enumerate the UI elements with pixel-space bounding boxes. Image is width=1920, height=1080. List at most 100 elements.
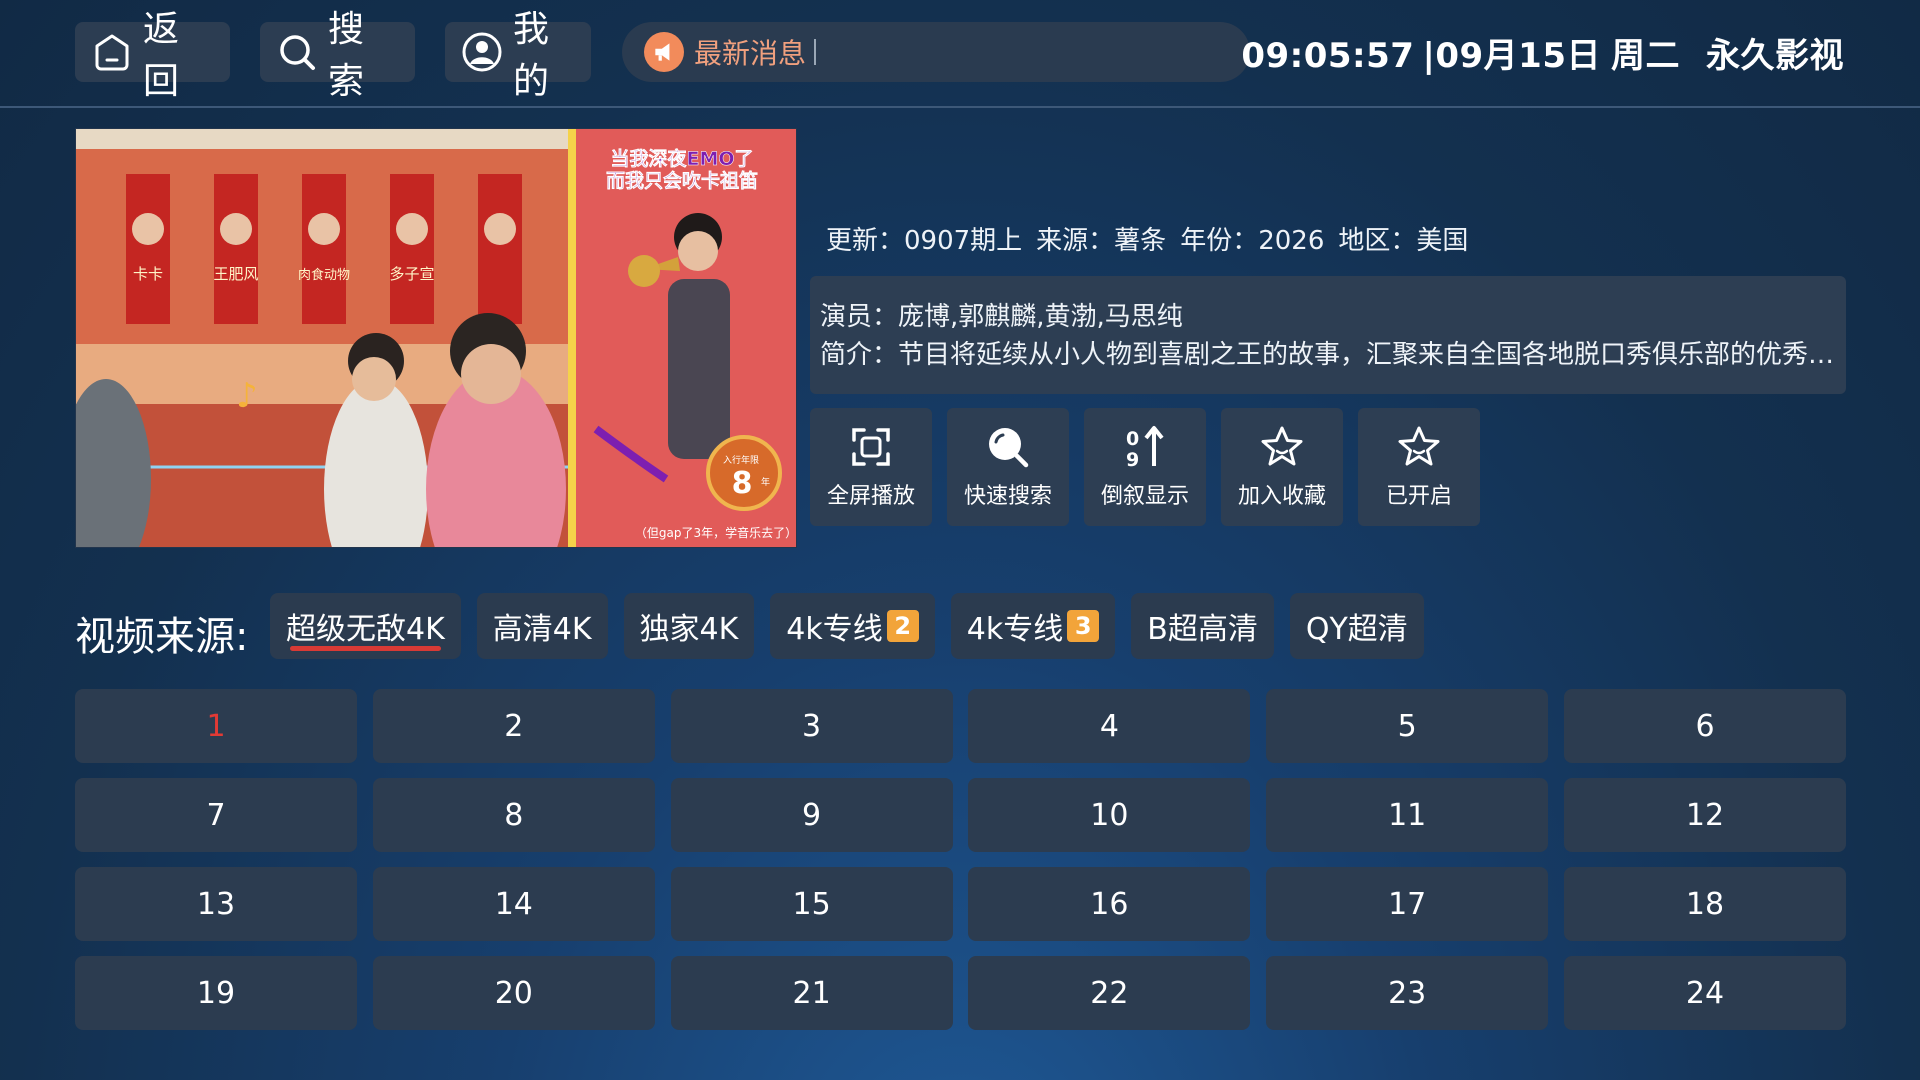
source-tab-qy-hd[interactable]: QY超清 xyxy=(1289,593,1424,659)
poster-headline-2: 而我只会吹卡祖笛 xyxy=(606,169,758,192)
add-favorite-button[interactable]: 加入收藏 xyxy=(1221,408,1343,526)
episode-button[interactable]: 22 xyxy=(968,956,1251,1030)
episode-grid: 1 2 3 4 5 6 7 8 9 10 11 12 13 14 15 16 1… xyxy=(75,689,1846,1030)
back-button[interactable]: 返回 xyxy=(75,9,230,102)
episode-button[interactable]: 20 xyxy=(372,956,655,1030)
mine-button[interactable]: 我的 xyxy=(445,9,591,102)
star-icon xyxy=(1261,426,1303,466)
update-info: 更新：0907期上 xyxy=(826,226,1023,256)
poster-badge-unit: 年 xyxy=(761,476,770,488)
episode-button[interactable]: 18 xyxy=(1563,867,1846,941)
fullscreen-label: 全屏播放 xyxy=(826,484,915,509)
episode-button[interactable]: 11 xyxy=(1266,778,1549,852)
meta-line: 更新：0907期上 来源：薯条 年份：2026 地区：美国 xyxy=(826,220,1482,257)
episode-button[interactable]: 5 xyxy=(1266,689,1549,763)
enabled-button[interactable]: 已开启 xyxy=(1358,408,1480,526)
top-bar: 返回 搜索 我的 最新消息 09:05:57 |09月15日 周二 永久影视 xyxy=(0,0,1920,108)
episode-button[interactable]: 21 xyxy=(670,956,953,1030)
source-tab-label: QY超清 xyxy=(1305,612,1408,647)
home-icon xyxy=(95,34,129,71)
poster-name-1: 卡卡 xyxy=(133,265,163,283)
search-icon xyxy=(280,35,315,70)
episode-button[interactable]: 1 xyxy=(75,689,357,763)
synopsis-text: 简介：节目将延续从小人物到喜剧之王的故事，汇聚来自全国各地脱口秀俱乐部的优秀脱口… xyxy=(820,340,1836,370)
star-icon xyxy=(1398,426,1440,466)
source-tab-b-ultra-hd[interactable]: B超高清 xyxy=(1131,593,1274,659)
action-row: 全屏播放 快速搜索 09 倒叙显示 加入收藏 已开启 xyxy=(810,408,1480,526)
poster-badge-top: 入行年限 xyxy=(723,454,759,466)
source-tab-super-4k[interactable]: 超级无敌4K xyxy=(270,593,461,659)
news-cursor xyxy=(814,39,817,65)
episode-button[interactable]: 2 xyxy=(372,689,655,763)
year-info: 年份：2026 xyxy=(1180,226,1325,256)
episode-button[interactable]: 8 xyxy=(372,778,655,852)
poster-badge-number: 8 xyxy=(732,466,753,501)
news-bar[interactable]: 最新消息 xyxy=(622,22,1250,82)
fullscreen-icon xyxy=(852,428,890,466)
source-tab-label: 超级无敌4K xyxy=(286,612,445,647)
source-title: 视频来源: xyxy=(75,614,249,660)
megaphone-icon xyxy=(644,32,684,72)
episode-button[interactable]: 13 xyxy=(75,867,357,941)
description-box[interactable]: 演员：庞博,郭麒麟,黄渤,马思纯 简介：节目将延续从小人物到喜剧之王的故事，汇聚… xyxy=(810,276,1846,394)
enabled-label: 已开启 xyxy=(1385,484,1452,509)
video-poster[interactable]: 卡卡 王肥风 肉食动物 多子宣 ♪ 当我深夜EMO了 而我只会吹卡祖笛 入行年限… xyxy=(75,128,797,548)
episode-button[interactable]: 12 xyxy=(1563,778,1846,852)
source-tabs: 超级无敌4K 高清4K 独家4K 4k专线 2 4k专线 3 B超高清 QY超清 xyxy=(270,593,1424,659)
episode-button[interactable]: 3 xyxy=(670,689,953,763)
source-tab-4k-line-3[interactable]: 4k专线 3 xyxy=(950,593,1116,659)
svg-text:0: 0 xyxy=(1126,428,1139,450)
quick-search-button[interactable]: 快速搜索 xyxy=(947,408,1069,526)
poster-name-2: 王肥风 xyxy=(213,265,258,283)
source-tab-label: B超高清 xyxy=(1147,612,1258,647)
source-info: 来源：薯条 xyxy=(1036,226,1167,256)
weekday-text: 周二 xyxy=(1611,36,1680,76)
episode-button[interactable]: 16 xyxy=(968,867,1251,941)
source-tab-4k-line-2[interactable]: 4k专线 2 xyxy=(770,593,935,659)
mine-label: 我的 xyxy=(513,9,550,102)
region-info: 地区：美国 xyxy=(1338,226,1469,256)
episode-button[interactable]: 4 xyxy=(968,689,1251,763)
date-text: |09月15日 xyxy=(1422,36,1601,76)
line-badge: 2 xyxy=(886,610,919,642)
news-label: 最新消息 xyxy=(694,37,807,70)
line-badge: 3 xyxy=(1067,610,1100,642)
episode-button[interactable]: 23 xyxy=(1266,956,1549,1030)
reverse-order-label: 倒叙显示 xyxy=(1100,484,1189,509)
poster-caption: （但gap了3年，学音乐去了） xyxy=(635,525,796,540)
episode-button[interactable]: 7 xyxy=(75,778,357,852)
poster-name-3: 肉食动物 xyxy=(298,267,350,283)
back-label: 返回 xyxy=(143,9,180,102)
episode-button[interactable]: 17 xyxy=(1266,867,1549,941)
svg-text:9: 9 xyxy=(1126,449,1139,470)
reverse-order-button[interactable]: 09 倒叙显示 xyxy=(1084,408,1206,526)
source-tab-label: 4k专线 xyxy=(786,612,883,647)
source-tab-exclusive-4k[interactable]: 独家4K xyxy=(623,593,755,659)
search-label: 搜索 xyxy=(328,9,365,102)
fullscreen-button[interactable]: 全屏播放 xyxy=(810,408,932,526)
actors-text: 演员：庞博,郭麒麟,黄渤,马思纯 xyxy=(820,302,1183,332)
episode-button[interactable]: 19 xyxy=(75,956,357,1030)
search-icon xyxy=(989,428,1029,468)
add-favorite-label: 加入收藏 xyxy=(1237,484,1326,509)
source-tab-label: 4k专线 xyxy=(966,612,1064,647)
clock: 09:05:57 |09月15日 周二 永久影视 xyxy=(1241,28,1844,77)
episode-button[interactable]: 14 xyxy=(372,867,655,941)
source-tab-label: 高清4K xyxy=(492,612,592,647)
user-icon xyxy=(462,32,502,72)
episode-button[interactable]: 10 xyxy=(968,778,1251,852)
source-tab-label: 独家4K xyxy=(639,612,739,647)
poster-image: 卡卡 王肥风 肉食动物 多子宣 ♪ 当我深夜EMO了 而我只会吹卡祖笛 入行年限… xyxy=(76,129,796,547)
episode-button[interactable]: 6 xyxy=(1563,689,1846,763)
episode-button[interactable]: 24 xyxy=(1563,956,1846,1030)
sort-icon: 09 xyxy=(1126,426,1164,470)
episode-button[interactable]: 9 xyxy=(670,778,953,852)
poster-name-4: 多子宣 xyxy=(389,265,434,283)
source-tab-hd-4k[interactable]: 高清4K xyxy=(476,593,608,659)
search-button[interactable]: 搜索 xyxy=(260,9,415,102)
episode-button[interactable]: 15 xyxy=(670,867,953,941)
time-text: 09:05:57 xyxy=(1241,36,1415,76)
quick-search-label: 快速搜索 xyxy=(963,484,1052,509)
svg-text:♪: ♪ xyxy=(236,376,258,416)
app-name: 永久影视 xyxy=(1706,36,1844,76)
